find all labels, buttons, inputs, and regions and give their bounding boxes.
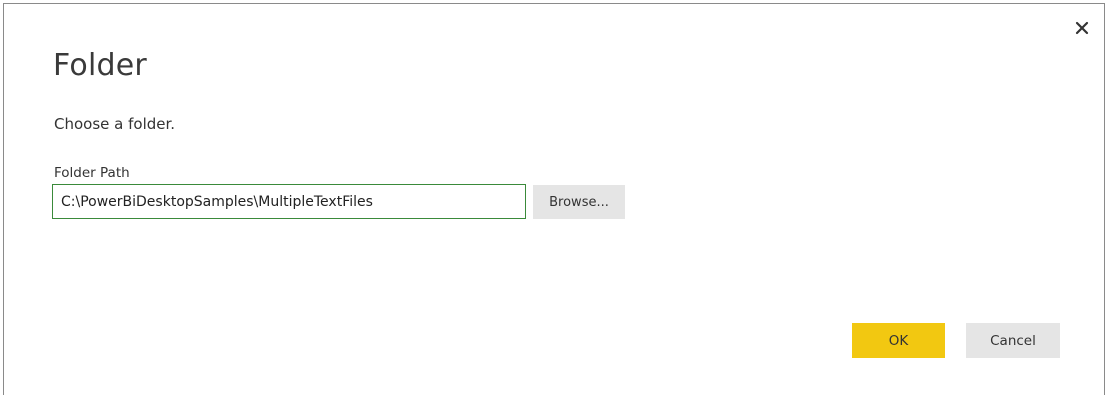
close-button[interactable] bbox=[1070, 16, 1094, 40]
folder-path-input[interactable] bbox=[52, 184, 526, 219]
ok-button[interactable]: OK bbox=[852, 323, 945, 358]
folder-path-label: Folder Path bbox=[54, 165, 130, 181]
dialog-title: Folder bbox=[53, 48, 147, 83]
cancel-button[interactable]: Cancel bbox=[966, 323, 1060, 358]
folder-dialog: Folder Choose a folder. Folder Path Brow… bbox=[3, 3, 1105, 395]
dialog-subtitle: Choose a folder. bbox=[54, 115, 176, 133]
close-icon bbox=[1075, 21, 1089, 35]
browse-button[interactable]: Browse... bbox=[533, 185, 625, 219]
